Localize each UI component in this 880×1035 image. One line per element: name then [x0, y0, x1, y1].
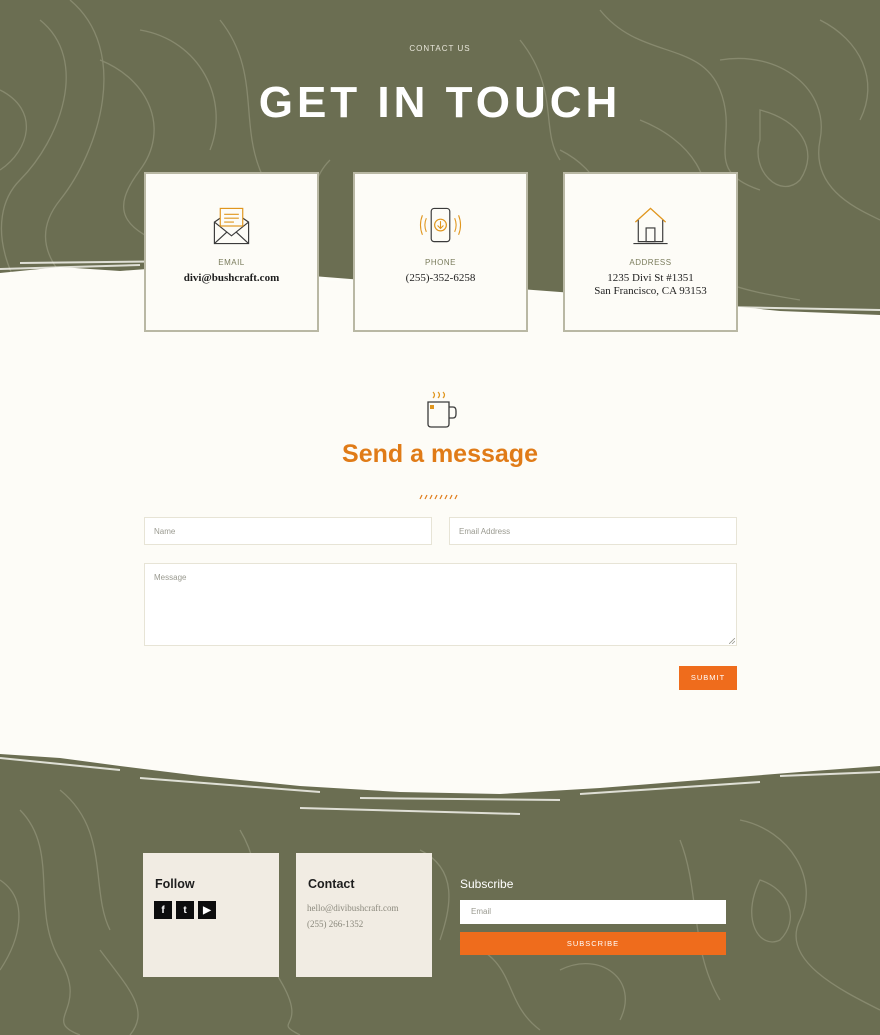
twitter-icon[interactable]: t	[176, 901, 194, 919]
subscribe-heading: Subscribe	[460, 877, 514, 891]
contact-box: Contact hello@divibushcraft.com (255) 26…	[296, 853, 432, 977]
email-card: Email divi@bushcraft.com	[144, 172, 319, 332]
message-placeholder: Message	[154, 573, 187, 582]
section-title: Send a message	[342, 440, 538, 468]
contact-heading: Contact	[308, 877, 355, 891]
mug-icon	[427, 391, 457, 428]
follow-heading: Follow	[155, 877, 195, 891]
subscribe-button[interactable]: SUBSCRIBE	[460, 932, 726, 955]
phone-card: PHONE (255)-352-6258	[353, 172, 528, 332]
card-value: 1235 Divi St #1351 San Francisco, CA 931…	[573, 272, 728, 298]
decorative-divider	[419, 494, 458, 500]
submit-button[interactable]: SUBMIT	[679, 666, 737, 690]
message-textarea[interactable]: Message	[144, 563, 737, 646]
envelope-icon	[213, 207, 250, 245]
follow-box: Follow f t ▶	[143, 853, 279, 977]
name-input[interactable]: Name	[144, 517, 432, 545]
phone-icon	[419, 207, 462, 243]
subscribe-placeholder: Email	[471, 907, 492, 916]
page-title: GET IN TOUCH	[258, 78, 622, 127]
email-placeholder: Email Address	[459, 527, 511, 536]
card-value: divi@bushcraft.com	[183, 272, 280, 284]
youtube-icon[interactable]: ▶	[198, 901, 216, 919]
card-label: ADDRESS	[629, 258, 672, 267]
card-label: PHONE	[425, 258, 456, 267]
email-input[interactable]: Email Address	[449, 517, 737, 545]
facebook-icon[interactable]: f	[154, 901, 172, 919]
address-line-2: San Francisco, CA 93153	[594, 285, 707, 297]
brush-divider-bottom	[0, 728, 880, 815]
resize-grip-icon[interactable]	[729, 638, 735, 644]
address-card: ADDRESS 1235 Divi St #1351 San Francisco…	[563, 172, 738, 332]
social-links: f t ▶	[154, 901, 216, 919]
card-label: Email	[218, 258, 245, 267]
name-placeholder: Name	[154, 527, 176, 536]
footer-phone: (255) 266-1352	[307, 919, 364, 929]
address-line-1: 1235 Divi St #1351	[607, 272, 694, 284]
footer-email-link[interactable]: hello@divibushcraft.com	[307, 903, 399, 913]
card-value: (255)-352-6258	[405, 272, 476, 284]
house-icon	[633, 207, 668, 245]
subscribe-email-input[interactable]: Email	[460, 900, 726, 924]
eyebrow-label: CONTACT US	[409, 44, 471, 53]
